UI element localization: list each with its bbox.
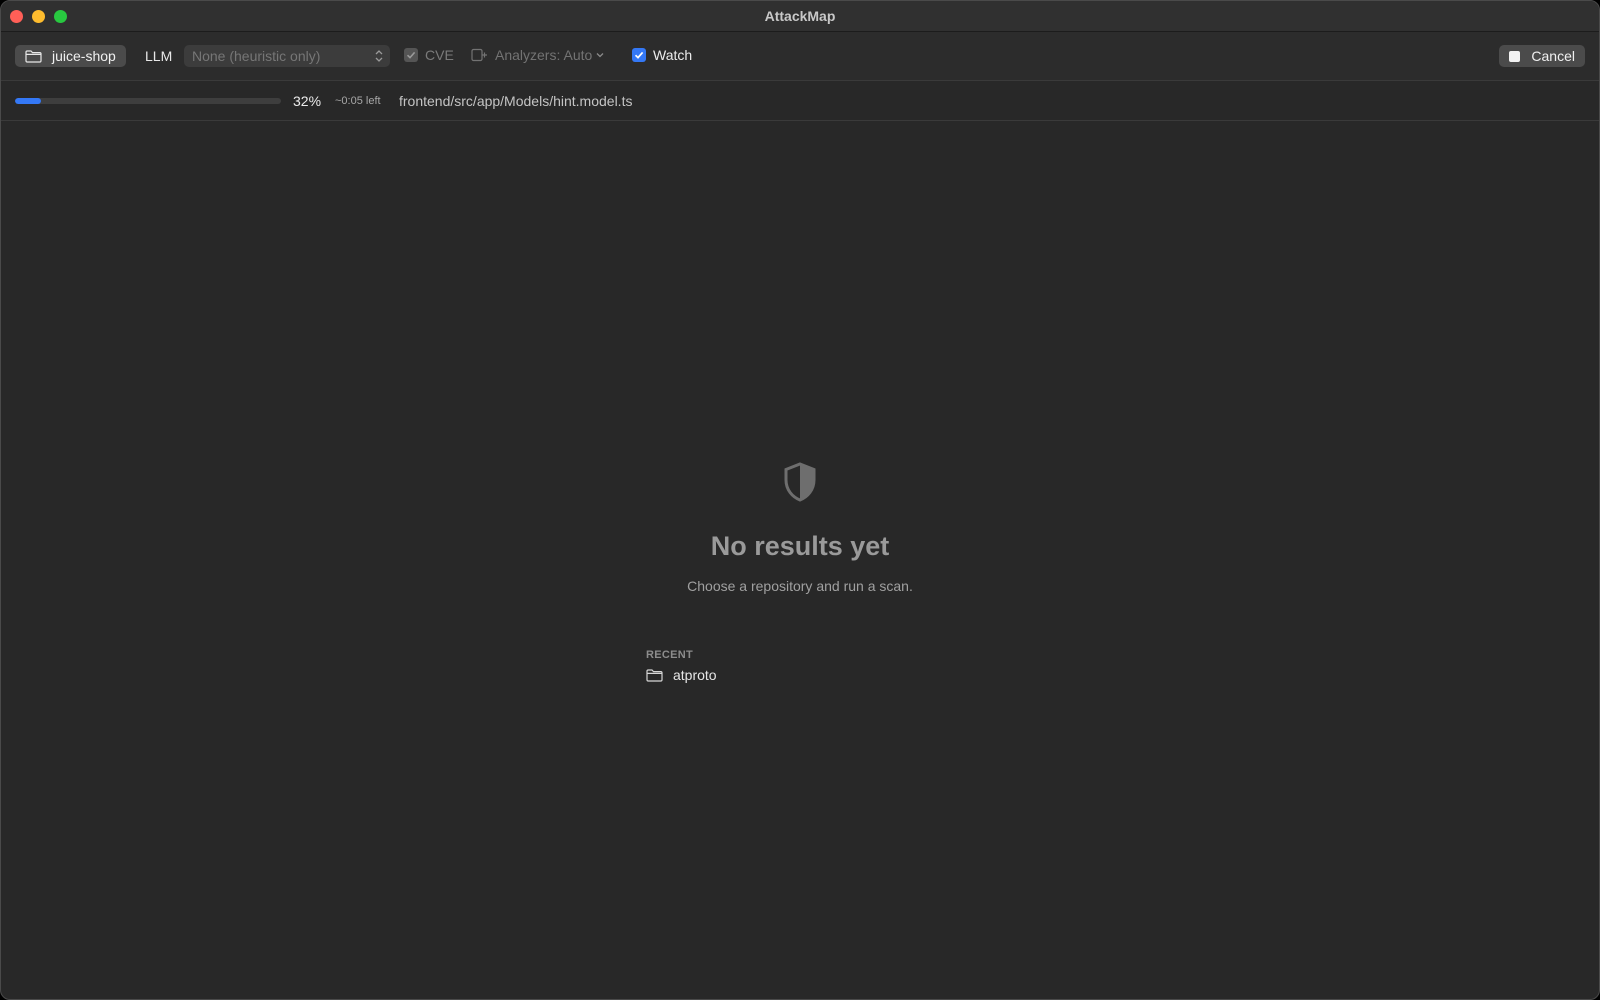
llm-label: LLM — [145, 48, 173, 64]
stop-icon — [1509, 50, 1521, 62]
scan-progress: 32% ~0:05 left frontend/src/app/Models/h… — [1, 81, 1599, 121]
checkmark-icon — [632, 48, 646, 62]
recent-heading: RECENT — [646, 649, 694, 661]
progress-bar-fill — [15, 98, 41, 104]
progress-percent: 32% — [293, 93, 322, 109]
app-window: AttackMap juice-shop LLM None (heuristic… — [0, 0, 1600, 1000]
repository-button[interactable]: juice-shop — [15, 45, 126, 67]
progress-eta: ~0:05 left — [335, 95, 381, 107]
title-bar: AttackMap — [1, 1, 1599, 32]
repository-label: juice-shop — [52, 48, 116, 64]
current-file: frontend/src/app/Models/hint.model.ts — [399, 93, 633, 109]
cancel-button[interactable]: Cancel — [1499, 45, 1585, 67]
checkmark-icon — [404, 48, 418, 62]
analyzers-menu[interactable]: Analyzers: Auto — [471, 47, 605, 63]
llm-selected-value: None (heuristic only) — [192, 48, 321, 64]
cve-checkbox[interactable]: CVE — [404, 47, 454, 63]
window-title: AttackMap — [764, 8, 836, 24]
shield-icon — [784, 462, 816, 502]
watch-label: Watch — [653, 47, 693, 63]
empty-state: No results yet Choose a repository and r… — [1, 121, 1599, 999]
llm-select[interactable]: None (heuristic only) — [184, 45, 390, 67]
empty-state-subtitle: Choose a repository and run a scan. — [687, 578, 913, 594]
toolbar: juice-shop LLM None (heuristic only) CVE… — [1, 32, 1599, 81]
cancel-label: Cancel — [1531, 48, 1575, 64]
watch-checkbox[interactable]: Watch — [632, 47, 692, 63]
chevron-updown-icon — [375, 50, 383, 62]
folder-icon — [25, 49, 42, 63]
analyzers-icon — [471, 48, 487, 62]
recent-item-label: atproto — [673, 667, 717, 683]
analyzers-label: Analyzers: Auto — [495, 47, 593, 63]
cve-label: CVE — [425, 47, 454, 63]
chevron-down-icon — [596, 53, 604, 58]
progress-bar — [15, 98, 281, 104]
folder-icon — [646, 668, 663, 682]
empty-state-title: No results yet — [710, 531, 890, 561]
recent-item[interactable]: atproto — [646, 667, 717, 683]
